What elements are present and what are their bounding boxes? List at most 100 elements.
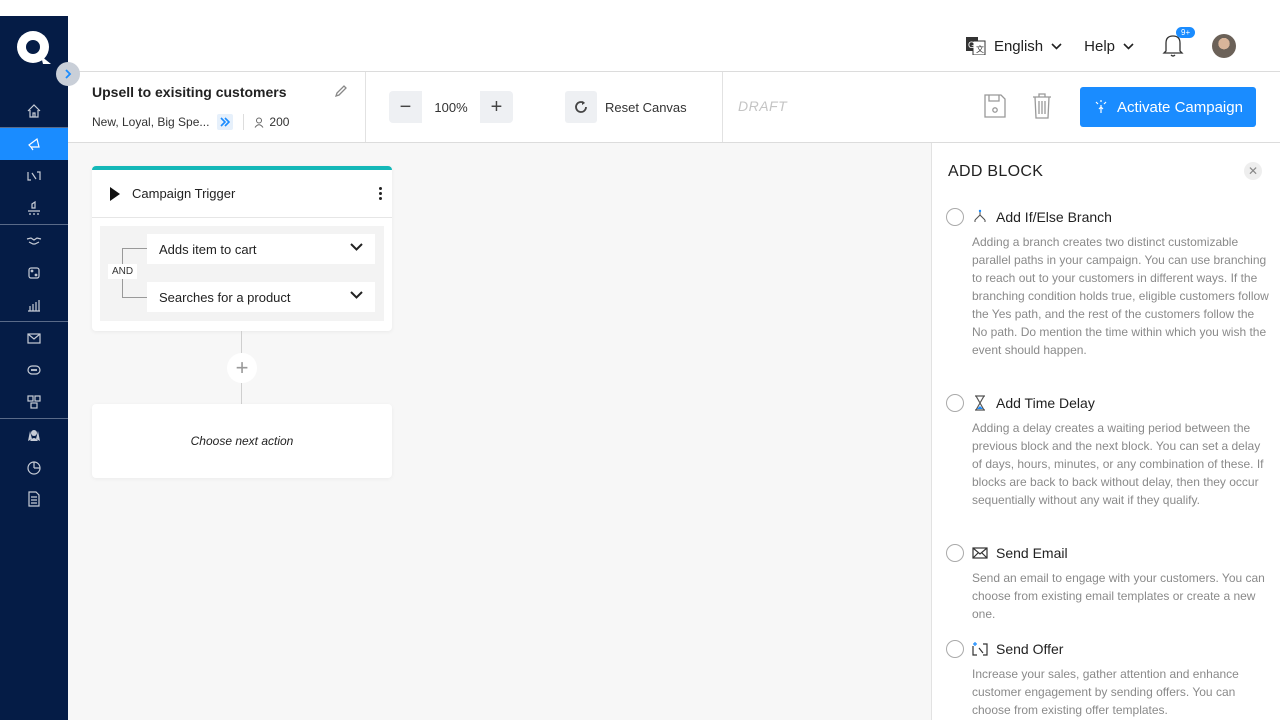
- notifications-button[interactable]: 9+: [1162, 27, 1196, 59]
- condition-label: Searches for a product: [159, 289, 291, 305]
- zoom-out-button[interactable]: −: [389, 91, 422, 123]
- connector-line: [241, 383, 242, 404]
- radio-button[interactable]: [946, 544, 964, 562]
- meta-divider: [243, 114, 245, 130]
- svg-text:G: G: [968, 40, 975, 50]
- block-option-time-delay[interactable]: Add Time Delay Adding a delay creates a …: [946, 393, 1276, 509]
- email-icon: [27, 333, 41, 344]
- top-bar: G文 English Help 9+: [68, 16, 1280, 72]
- reset-canvas-label: Reset Canvas: [605, 99, 687, 115]
- translate-icon: G文: [965, 37, 986, 55]
- nav-games[interactable]: [0, 257, 68, 289]
- nav-loyalty[interactable]: [0, 192, 68, 224]
- app-logo[interactable]: [15, 30, 53, 66]
- double-chevron-right-icon: [220, 117, 231, 127]
- document-icon: [28, 491, 40, 507]
- chevron-down-icon: [1123, 42, 1134, 50]
- activate-icon: [1095, 100, 1107, 113]
- offer-icon: [972, 642, 988, 656]
- chevron-down-icon: [1051, 42, 1062, 50]
- sidebar: [0, 16, 68, 720]
- reset-canvas-button[interactable]: Reset Canvas: [565, 91, 687, 123]
- nav-campaigns[interactable]: [0, 128, 68, 160]
- campaign-segments: New, Loyal, Big Spe...: [92, 115, 210, 129]
- campaign-canvas[interactable]: Campaign Trigger AND Adds item to cart S…: [68, 143, 931, 720]
- home-icon: [27, 104, 41, 118]
- condition-label: Adds item to cart: [159, 241, 257, 257]
- chat-icon: [27, 365, 41, 375]
- block-label: Add Time Delay: [996, 395, 1095, 411]
- nav-home[interactable]: [0, 95, 68, 127]
- block-label: Add If/Else Branch: [996, 209, 1112, 225]
- nav-email[interactable]: [0, 322, 68, 354]
- condition-dropdown[interactable]: Adds item to cart: [147, 234, 375, 264]
- block-description: Increase your sales, gather attention an…: [972, 667, 1239, 717]
- nav-journeys[interactable]: [0, 386, 68, 418]
- block-option-branch[interactable]: Add If/Else Branch Adding a branch creat…: [946, 207, 1276, 359]
- zoom-control: − 100% +: [389, 91, 513, 123]
- zoom-level: 100%: [422, 91, 480, 123]
- language-selector[interactable]: G文 English: [965, 37, 1062, 55]
- user-avatar[interactable]: [1212, 34, 1236, 58]
- nav-documents[interactable]: [0, 483, 68, 515]
- nav-offers[interactable]: [0, 160, 68, 192]
- operator-tag[interactable]: AND: [108, 264, 138, 279]
- help-menu[interactable]: Help: [1084, 38, 1134, 55]
- pie-chart-icon: [27, 461, 41, 475]
- close-icon[interactable]: ✕: [1244, 162, 1262, 180]
- radio-button[interactable]: [946, 208, 964, 226]
- next-action-label: Choose next action: [190, 434, 294, 448]
- dice-icon: [28, 267, 40, 279]
- pencil-icon[interactable]: [334, 84, 348, 98]
- block-description: Adding a delay creates a waiting period …: [972, 421, 1264, 507]
- nav-sms[interactable]: [0, 354, 68, 386]
- branch-icon: [974, 209, 986, 222]
- add-block-panel: ADD BLOCK ✕ Add If/Else Branch Adding a …: [931, 143, 1280, 720]
- campaign-toolbar: Upsell to exisiting customers New, Loyal…: [68, 72, 1280, 143]
- language-label: English: [993, 37, 1044, 55]
- segments-expand-button[interactable]: [217, 114, 234, 130]
- campaign-info: Upsell to exisiting customers New, Loyal…: [68, 72, 366, 142]
- radio-button[interactable]: [946, 640, 964, 658]
- radio-button[interactable]: [946, 394, 964, 412]
- block-option-send-offer[interactable]: Send Offer Increase your sales, gather a…: [946, 639, 1276, 719]
- customers-icon: [28, 430, 40, 441]
- chevron-down-icon: [350, 291, 363, 299]
- panel-title: ADD BLOCK: [948, 163, 1044, 180]
- activate-campaign-button[interactable]: Activate Campaign: [1080, 87, 1256, 127]
- notification-badge: 9+: [1176, 27, 1196, 38]
- sidebar-expand-button[interactable]: [56, 62, 80, 86]
- block-label: Send Email: [996, 545, 1068, 561]
- add-block-button[interactable]: +: [227, 353, 257, 383]
- loyalty-icon: [28, 200, 40, 215]
- block-description: Adding a branch creates two distinct cus…: [972, 235, 1269, 357]
- offer-icon: [27, 171, 41, 181]
- block-label: Send Offer: [996, 641, 1064, 657]
- nav-analytics[interactable]: [0, 289, 68, 321]
- audience-count: 200: [269, 115, 290, 129]
- chevron-down-icon: [350, 243, 363, 251]
- svg-text:文: 文: [976, 44, 984, 54]
- more-options-icon[interactable]: [378, 187, 382, 200]
- campaign-trigger-card[interactable]: Campaign Trigger AND Adds item to cart S…: [92, 166, 392, 331]
- nav-reports[interactable]: [0, 451, 68, 483]
- email-icon: [972, 547, 988, 559]
- handshake-icon: [26, 237, 42, 245]
- nav-customers[interactable]: [0, 419, 68, 451]
- save-icon[interactable]: [984, 94, 1006, 118]
- flow-icon: [27, 395, 41, 409]
- campaign-title: Upsell to exisiting customers: [92, 84, 287, 100]
- connector-line: [241, 331, 242, 353]
- refresh-icon: [575, 101, 587, 113]
- trash-icon[interactable]: [1032, 93, 1052, 119]
- nav-partners[interactable]: [0, 225, 68, 257]
- block-description: Send an email to engage with your custom…: [972, 571, 1265, 621]
- zoom-in-button[interactable]: +: [480, 91, 513, 123]
- user-icon: [255, 117, 264, 128]
- condition-dropdown[interactable]: Searches for a product: [147, 282, 375, 312]
- choose-next-action-card[interactable]: Choose next action: [92, 404, 392, 478]
- block-option-send-email[interactable]: Send Email Send an email to engage with …: [946, 543, 1276, 623]
- bar-chart-icon: [28, 300, 40, 312]
- help-label: Help: [1084, 37, 1115, 55]
- chevron-right-icon: [65, 69, 72, 79]
